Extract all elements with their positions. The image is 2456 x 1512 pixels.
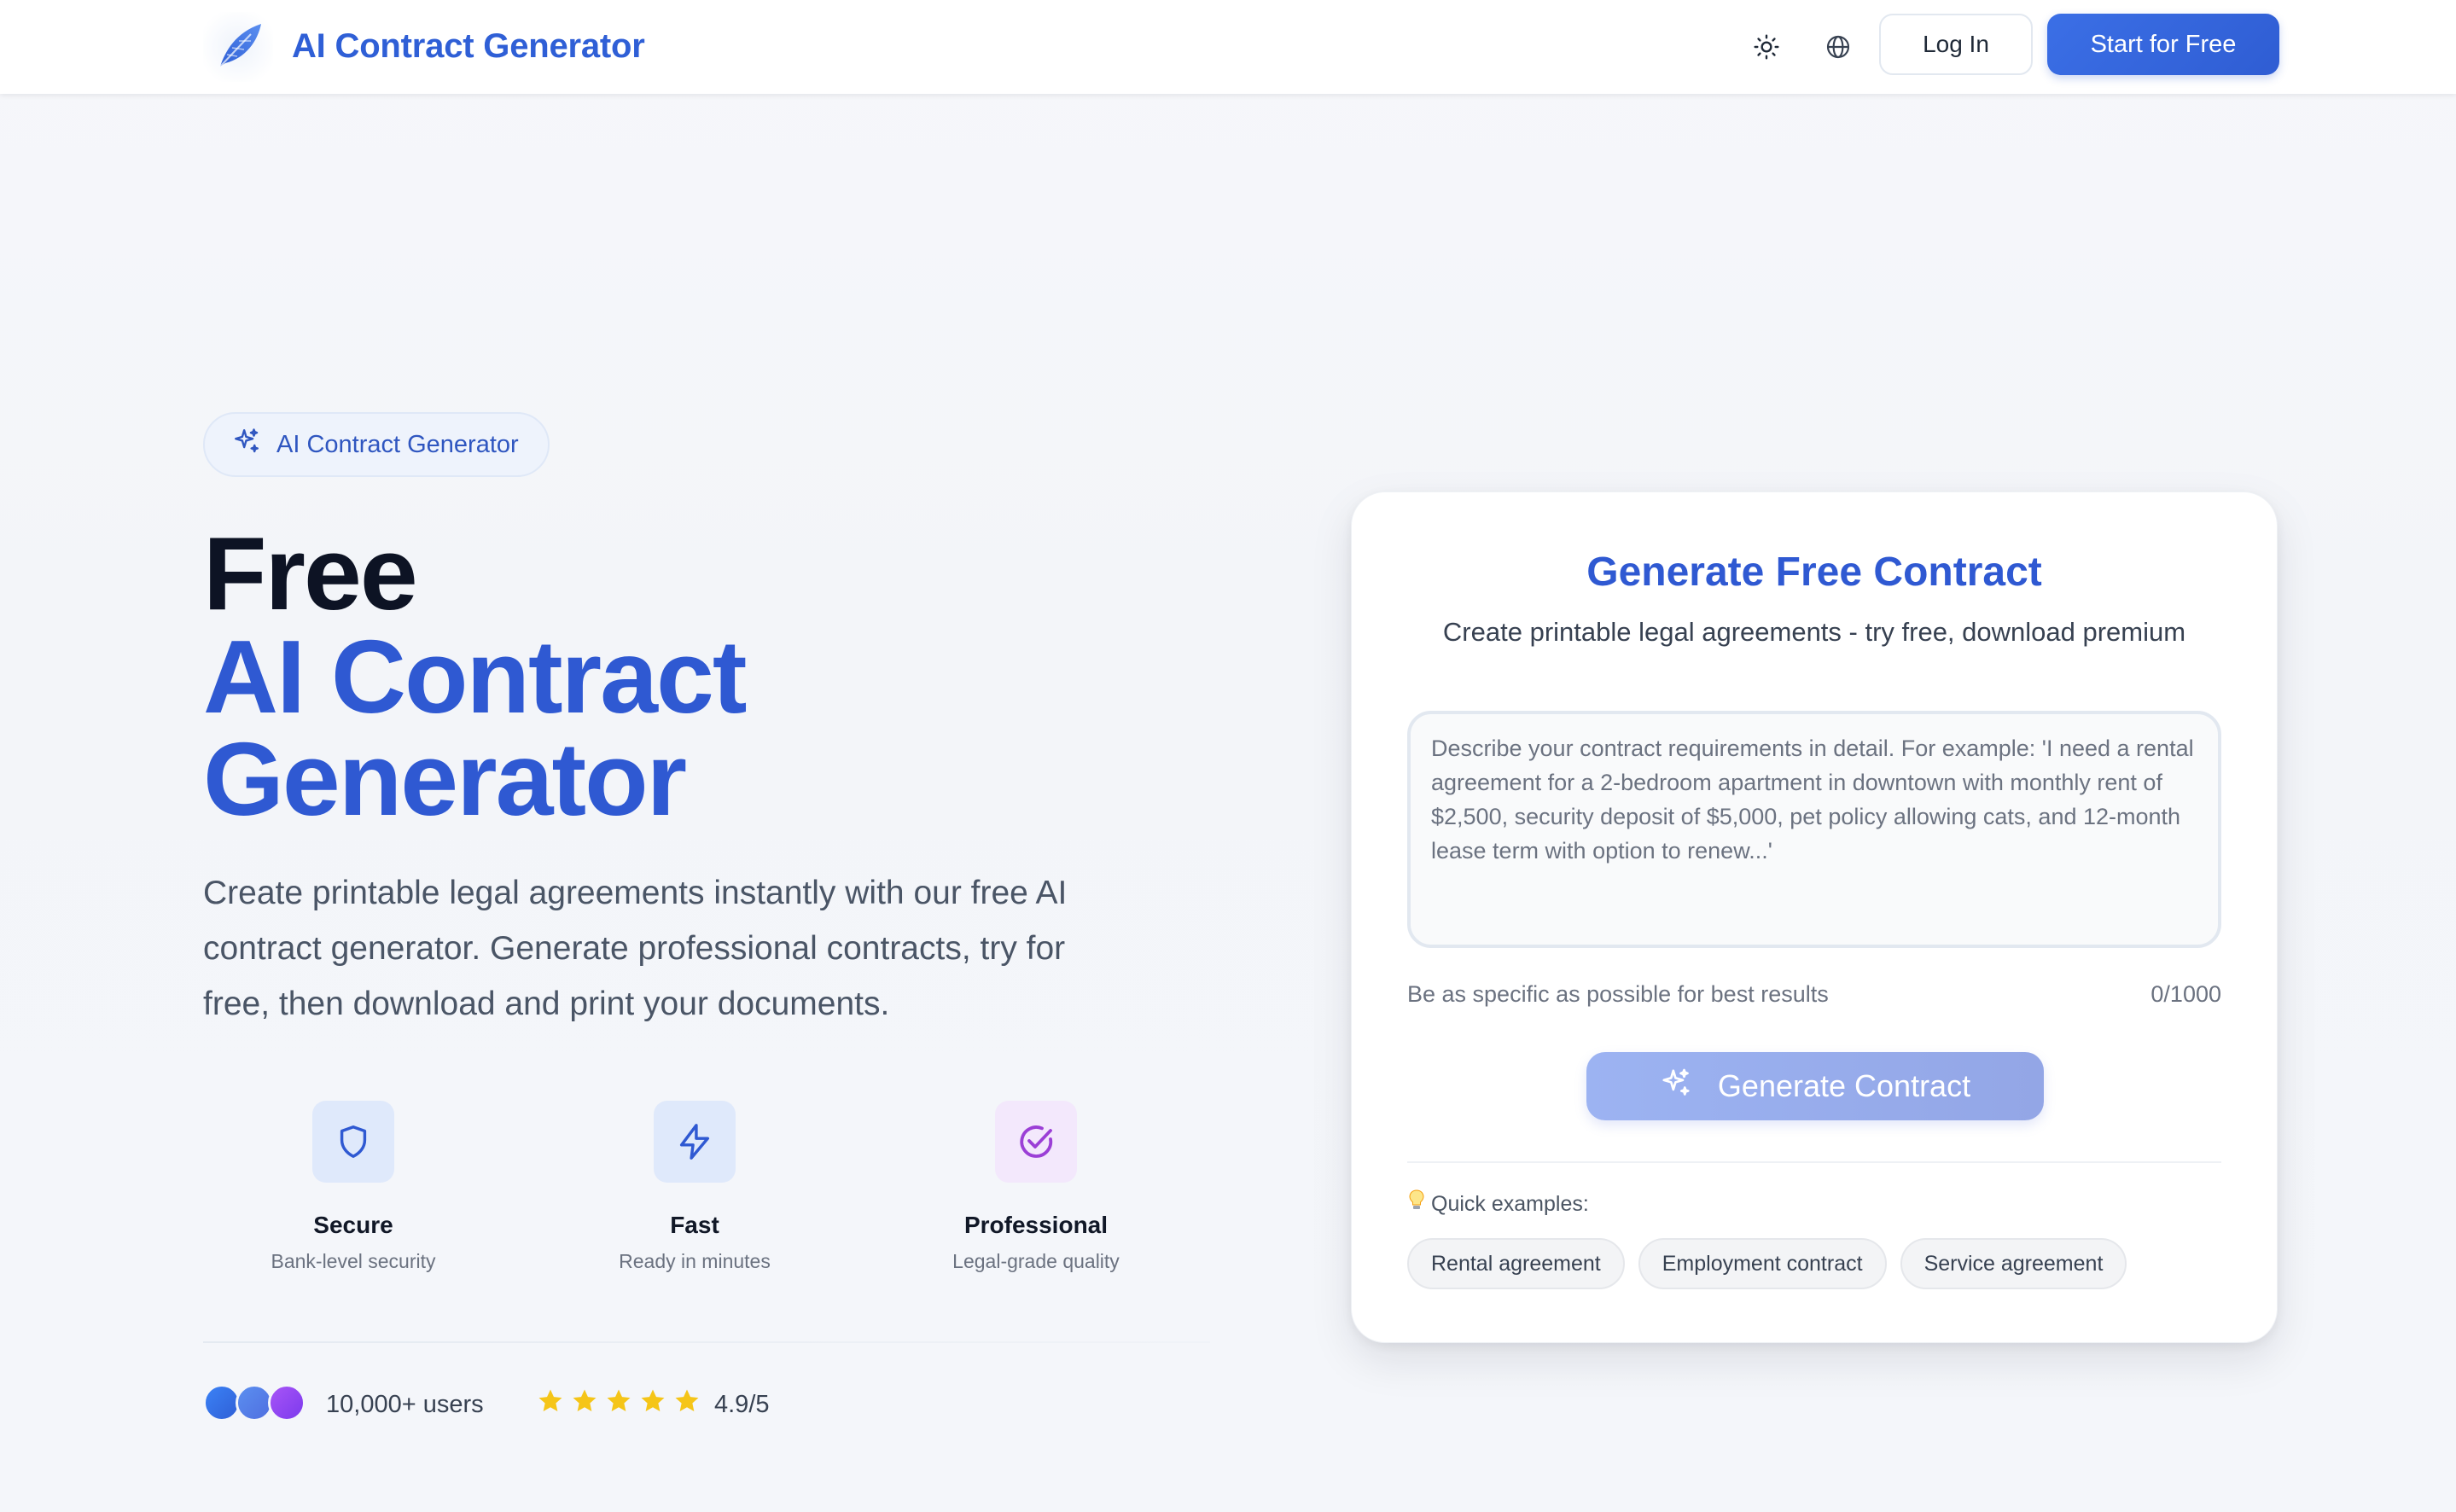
form-title: Generate Free Contract (1586, 550, 2042, 595)
example-chip-rental[interactable]: Rental agreement (1407, 1238, 1625, 1289)
feather-logo-icon[interactable] (203, 12, 273, 82)
quick-examples-list: Rental agreement Employment contract Ser… (1407, 1238, 2127, 1289)
lightning-icon (654, 1101, 736, 1183)
lightbulb-icon (1407, 1189, 1426, 1219)
star-icon (538, 1389, 562, 1412)
generate-contract-label: Generate Contract (1717, 1068, 1971, 1103)
avatar (268, 1384, 306, 1422)
character-count: 0/1000 (2150, 981, 2221, 1007)
contract-form-card: Generate Free Contract Create printable … (1351, 491, 2278, 1343)
sparkles-icon (1660, 1067, 1692, 1107)
feature-subtitle: Ready in minutes (619, 1250, 771, 1272)
user-avatars (203, 1384, 314, 1422)
feature-fast: Fast Ready in minutes (524, 1101, 865, 1276)
login-button[interactable]: Log In (1879, 14, 2033, 75)
shield-icon (312, 1101, 394, 1183)
globe-icon[interactable] (1819, 27, 1858, 67)
hero-divider (203, 1341, 1210, 1343)
feature-subtitle: Bank-level security (271, 1250, 436, 1272)
feature-professional: Professional Legal-grade quality (865, 1101, 1207, 1276)
users-count: 10,000+ users (326, 1391, 484, 1418)
feature-secure: Secure Bank-level security (183, 1101, 524, 1276)
feature-title: Fast (670, 1212, 719, 1238)
feature-subtitle: Legal-grade quality (952, 1250, 1120, 1272)
brand-name[interactable]: AI Contract Generator (292, 22, 645, 70)
start-free-button[interactable]: Start for Free (2047, 14, 2279, 75)
generate-contract-button[interactable]: Generate Contract (1586, 1052, 2044, 1120)
top-navbar: AI Contract Generator Log In Start for F… (0, 0, 2456, 94)
hero-badge: AI Contract Generator (203, 412, 550, 477)
input-hint: Be as specific as possible for best resu… (1407, 981, 1829, 1007)
star-icon (641, 1389, 665, 1412)
star-icon (607, 1389, 631, 1412)
feature-title: Professional (963, 1212, 1109, 1238)
hero-title-line1: Free (203, 515, 418, 631)
hero-title-line3: Generator (203, 721, 687, 837)
sparkles-icon (232, 427, 261, 462)
hero-badge-label: AI Contract Generator (276, 430, 519, 458)
rating-value: 4.9/5 (714, 1391, 770, 1418)
example-chip-employment[interactable]: Employment contract (1638, 1238, 1887, 1289)
star-icon (573, 1389, 597, 1412)
form-subtitle: Create printable legal agreements - try … (1442, 617, 2186, 647)
feature-title: Secure (313, 1212, 393, 1238)
contract-description-input[interactable] (1407, 711, 2221, 948)
quick-examples-label: Quick examples: (1431, 1192, 1589, 1216)
hero-description: Create printable legal agreements instan… (203, 875, 1068, 1022)
example-chip-service[interactable]: Service agreement (1900, 1238, 2127, 1289)
quick-examples-header: Quick examples: (1407, 1189, 1589, 1219)
form-divider (1407, 1161, 2221, 1163)
sun-icon[interactable] (1747, 27, 1786, 67)
hero-title-line2: AI Contract (203, 619, 747, 735)
check-circle-icon (995, 1101, 1077, 1183)
rating-stars (536, 1387, 701, 1416)
star-icon (675, 1389, 699, 1412)
